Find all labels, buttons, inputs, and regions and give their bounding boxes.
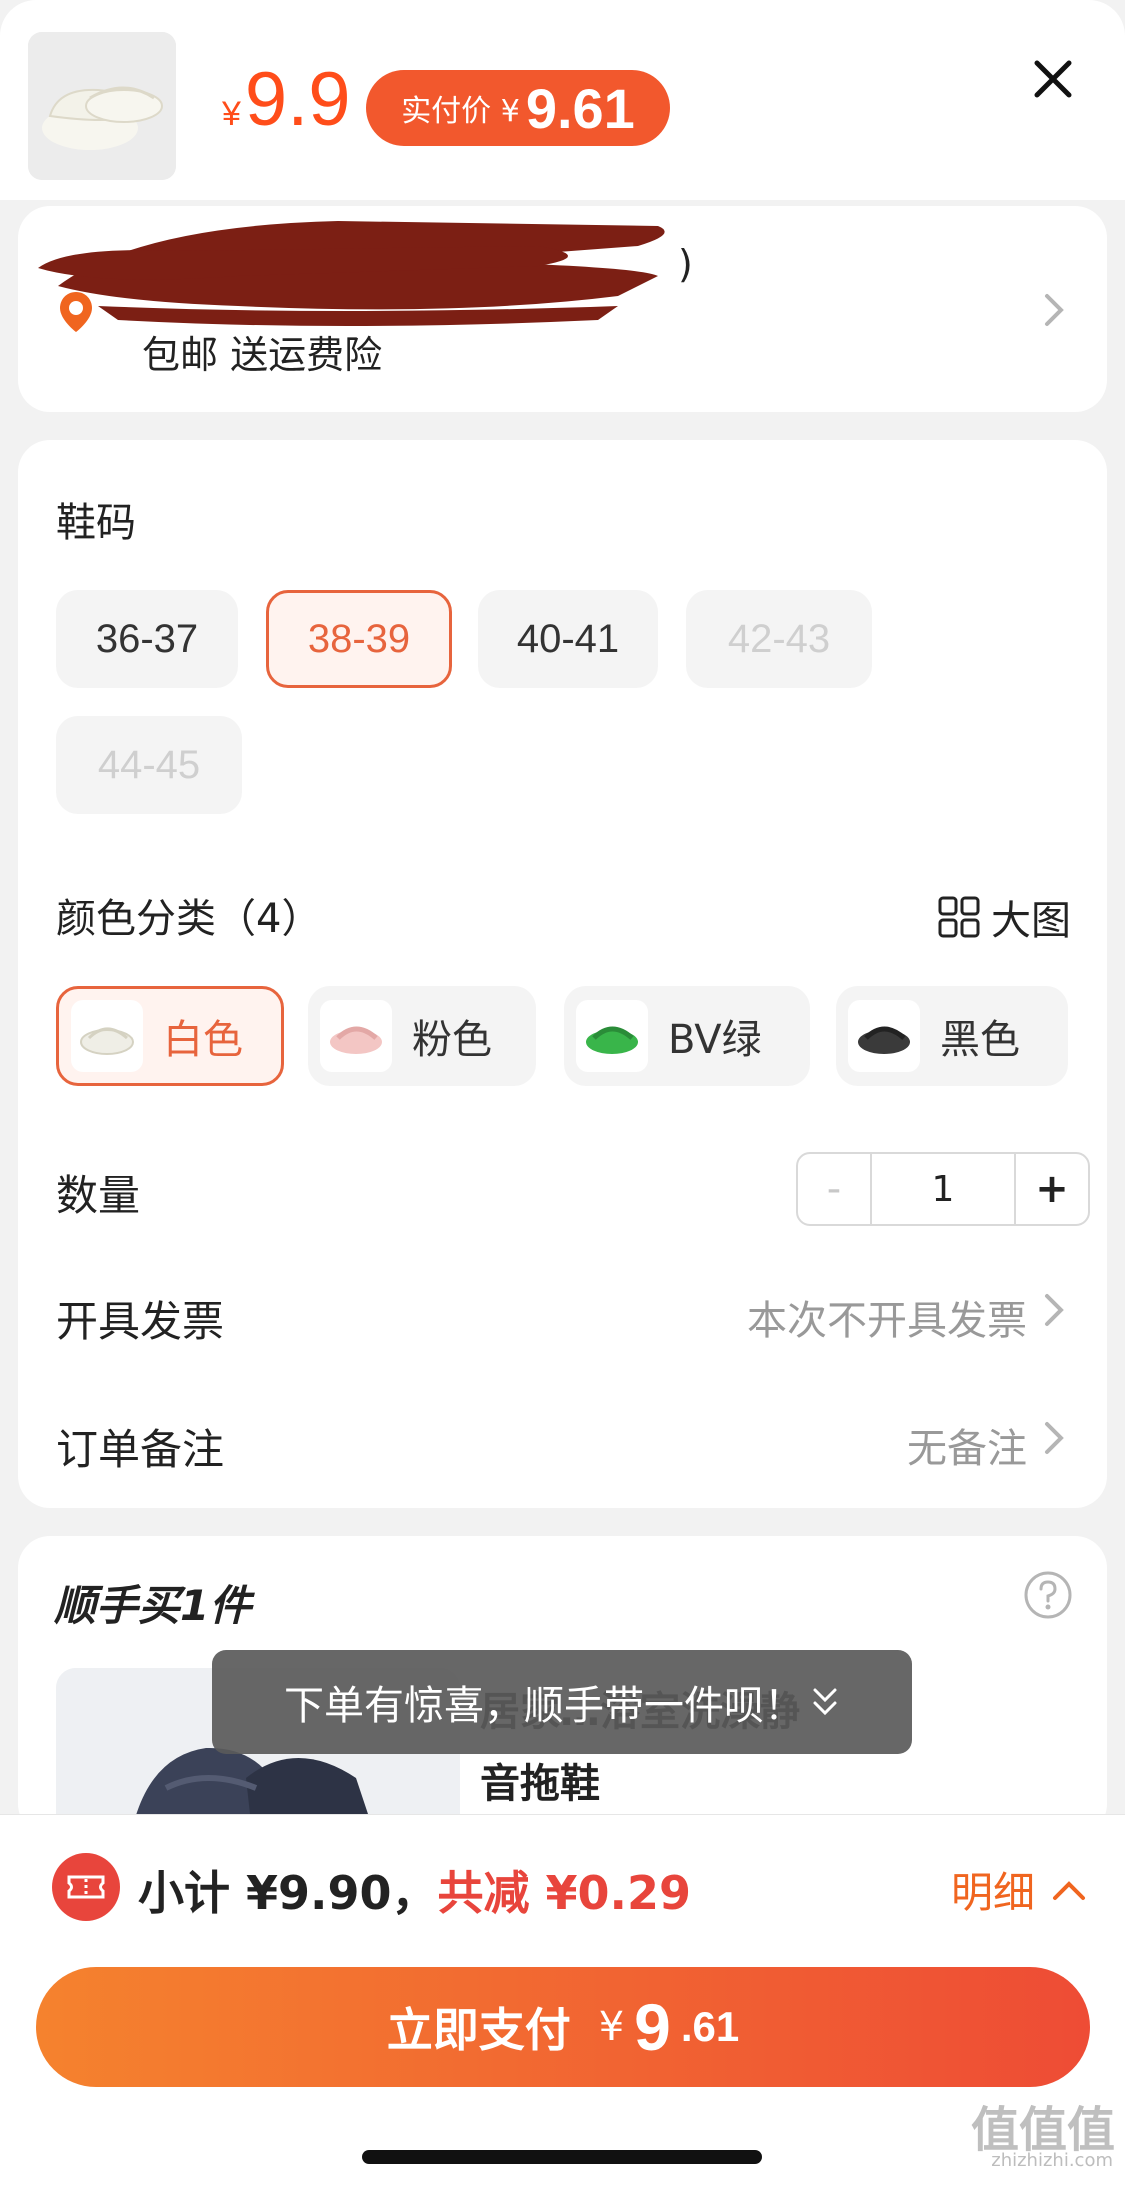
quantity-stepper: - 1 + bbox=[796, 1152, 1090, 1226]
options-card: 鞋码 36-37 38-39 40-41 42-43 44-45 颜色分类（4）… bbox=[18, 440, 1107, 1508]
pay-now-label: 立即支付 bbox=[386, 2003, 571, 2057]
invoice-value: 本次不开具发票 bbox=[747, 1298, 1027, 1344]
size-option[interactable]: 40-41 bbox=[478, 590, 658, 688]
product-thumbnail[interactable] bbox=[28, 32, 176, 180]
actual-pay-badge: 实付价 ¥ 9.61 bbox=[366, 70, 670, 146]
pay-now-button[interactable]: 立即支付 ¥ 9.61 bbox=[36, 1967, 1090, 2087]
size-option-selected[interactable]: 38-39 bbox=[266, 590, 452, 688]
size-option[interactable]: 36-37 bbox=[56, 590, 238, 688]
coupon-ticket-icon bbox=[52, 1853, 120, 1921]
price-detail-toggle[interactable]: 明细 bbox=[951, 1859, 1087, 1920]
color-option[interactable]: 黑色 bbox=[836, 986, 1068, 1086]
slipper-thumbnail-icon bbox=[576, 1000, 648, 1072]
chevron-right-icon bbox=[1045, 294, 1064, 326]
checkout-bar: 小计 ¥9.90，共减 ¥0.29 明细 立即支付 ¥ 9.61 bbox=[0, 1814, 1125, 2187]
pay-amount-integer: 9 bbox=[634, 1990, 671, 2064]
subtotal-text: 小计 ¥9.90， bbox=[138, 1866, 438, 1920]
actual-pay-label: 实付价 ¥ bbox=[401, 94, 520, 129]
size-option-disabled[interactable]: 42-43 bbox=[686, 590, 872, 688]
color-option-label: 黑色 bbox=[940, 1017, 1020, 1063]
large-image-label: 大图 bbox=[991, 898, 1071, 944]
price-currency: ¥ bbox=[222, 95, 241, 133]
quantity-decrease-button[interactable]: - bbox=[798, 1154, 870, 1224]
close-button[interactable] bbox=[1026, 52, 1080, 106]
watermark-url: zhizhizhi.com bbox=[991, 2150, 1113, 2171]
pay-currency: ¥ bbox=[598, 2004, 625, 2050]
order-note-label: 订单备注 bbox=[56, 1425, 225, 1474]
size-section-title: 鞋码 bbox=[56, 500, 136, 546]
address-card[interactable]: ) 包邮 送运费险 bbox=[18, 206, 1107, 412]
color-option[interactable]: 粉色 bbox=[308, 986, 536, 1086]
subtotal-summary: 小计 ¥9.90，共减 ¥0.29 bbox=[138, 1857, 691, 1923]
slipper-thumbnail-icon bbox=[71, 1000, 143, 1072]
add-on-title: 顺手买1件 bbox=[54, 1581, 252, 1630]
add-on-product-name-line2: 音拖鞋 bbox=[480, 1761, 600, 1807]
color-section-title: 颜色分类（4） bbox=[56, 896, 322, 942]
price-value: 9.9 bbox=[244, 57, 351, 142]
color-option[interactable]: BV绿 bbox=[564, 986, 810, 1086]
close-icon bbox=[1034, 60, 1072, 98]
slipper-thumbnail-icon bbox=[320, 1000, 392, 1072]
unit-price: ¥9.9 bbox=[222, 62, 351, 138]
shipping-info: 包邮 送运费险 bbox=[142, 333, 383, 377]
discount-text: 共减 ¥0.29 bbox=[437, 1866, 692, 1920]
chevron-right-icon bbox=[1045, 1294, 1064, 1326]
quantity-increase-button[interactable]: + bbox=[1016, 1154, 1088, 1224]
chevron-right-icon bbox=[1045, 1422, 1064, 1454]
price-detail-label: 明细 bbox=[950, 1868, 1035, 1917]
chevron-up-icon bbox=[1053, 1880, 1085, 1900]
color-option-selected[interactable]: 白色 bbox=[56, 986, 284, 1086]
actual-pay-value: 9.61 bbox=[525, 76, 635, 140]
address-partial-text: ) bbox=[678, 242, 693, 286]
help-icon[interactable] bbox=[1023, 1570, 1073, 1620]
slipper-thumbnail-icon bbox=[848, 1000, 920, 1072]
double-chevron-down-icon bbox=[813, 1688, 837, 1716]
product-header: ¥9.9 实付价 ¥ 9.61 bbox=[0, 0, 1125, 200]
color-option-label: 粉色 bbox=[412, 1017, 492, 1063]
color-option-label: 白色 bbox=[163, 1017, 243, 1063]
quantity-value[interactable]: 1 bbox=[870, 1154, 1016, 1224]
toast-text: 下单有惊喜，顺手带一件呗！ bbox=[284, 1683, 804, 1729]
large-image-toggle[interactable]: 大图 bbox=[937, 888, 1071, 946]
invoice-label: 开具发票 bbox=[56, 1297, 225, 1346]
color-option-label: BV绿 bbox=[668, 1017, 762, 1063]
pay-amount-decimal: .61 bbox=[680, 2003, 740, 2050]
size-option-disabled[interactable]: 44-45 bbox=[56, 716, 242, 814]
home-indicator[interactable] bbox=[362, 2150, 762, 2164]
order-note-value: 无备注 bbox=[907, 1426, 1027, 1472]
toast-message: 下单有惊喜，顺手带一件呗！ bbox=[212, 1650, 912, 1754]
quantity-label: 数量 bbox=[56, 1171, 141, 1220]
grid-icon bbox=[938, 896, 980, 938]
